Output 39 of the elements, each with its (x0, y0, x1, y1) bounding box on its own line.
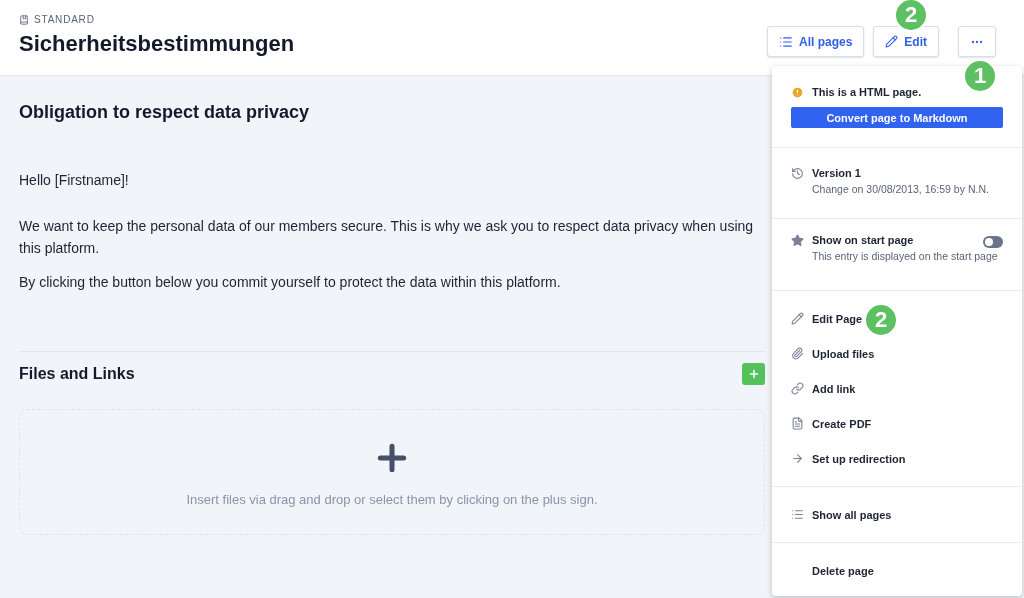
edit-button[interactable]: Edit (873, 26, 939, 57)
paperclip-icon (791, 347, 804, 360)
menu-item[interactable]: Create PDF (812, 417, 872, 430)
warning-icon (791, 86, 804, 99)
toggle-label: Show on start page (812, 234, 914, 246)
convert-button[interactable]: Convert page to Markdown (791, 107, 1003, 128)
all-pages-button[interactable]: All pages (766, 26, 865, 57)
dropzone-hint: Insert files via drag and drop or select them by clicking on the plus sign. (186, 491, 598, 507)
add-button[interactable] (742, 363, 765, 385)
pencil-icon (885, 35, 899, 48)
toggle-switch[interactable] (983, 236, 1003, 248)
menu-item[interactable]: Show all pages (812, 508, 892, 521)
document-icon (791, 417, 804, 430)
menu-item[interactable]: Add link (812, 382, 856, 395)
article-heading: Obligation to respect data privacy (19, 102, 311, 123)
paragraph: Hello [Firstname]! (19, 171, 130, 190)
category-label: STANDARD (34, 14, 95, 25)
list-icon (791, 508, 804, 521)
version-subtitle: Change on 30/08/2013, 16:59 by N.N. (812, 183, 990, 195)
menu-item[interactable]: Edit Page (812, 312, 863, 325)
menu-item[interactable]: Set up redirection (812, 452, 906, 465)
menu-item[interactable]: Delete page (812, 564, 874, 577)
link-icon (791, 382, 804, 395)
notice-text: This is a HTML page. (812, 86, 922, 98)
section-title: Files and Links (19, 365, 135, 383)
star-icon (791, 234, 804, 247)
book-icon (19, 14, 29, 25)
menu-item[interactable]: Upload files (812, 347, 875, 360)
paragraph: By clicking the button below you commit yourself to protect the data within this platform. (19, 273, 562, 292)
page-title: Sicherheitsbestimmungen (19, 31, 295, 57)
paragraph: We want to keep the personal data of our members secure. This is why we ask you to respect data privacy when using this platform. (19, 217, 755, 258)
version-title: Version 1 (812, 167, 861, 179)
arrow-right-icon (791, 452, 804, 465)
list-icon (778, 34, 793, 49)
history-icon (791, 167, 804, 180)
plus-icon (747, 368, 760, 380)
toggle-description: This entry is displayed on the start page (812, 250, 999, 262)
more-button[interactable] (958, 26, 996, 57)
pencil-icon (791, 312, 804, 325)
